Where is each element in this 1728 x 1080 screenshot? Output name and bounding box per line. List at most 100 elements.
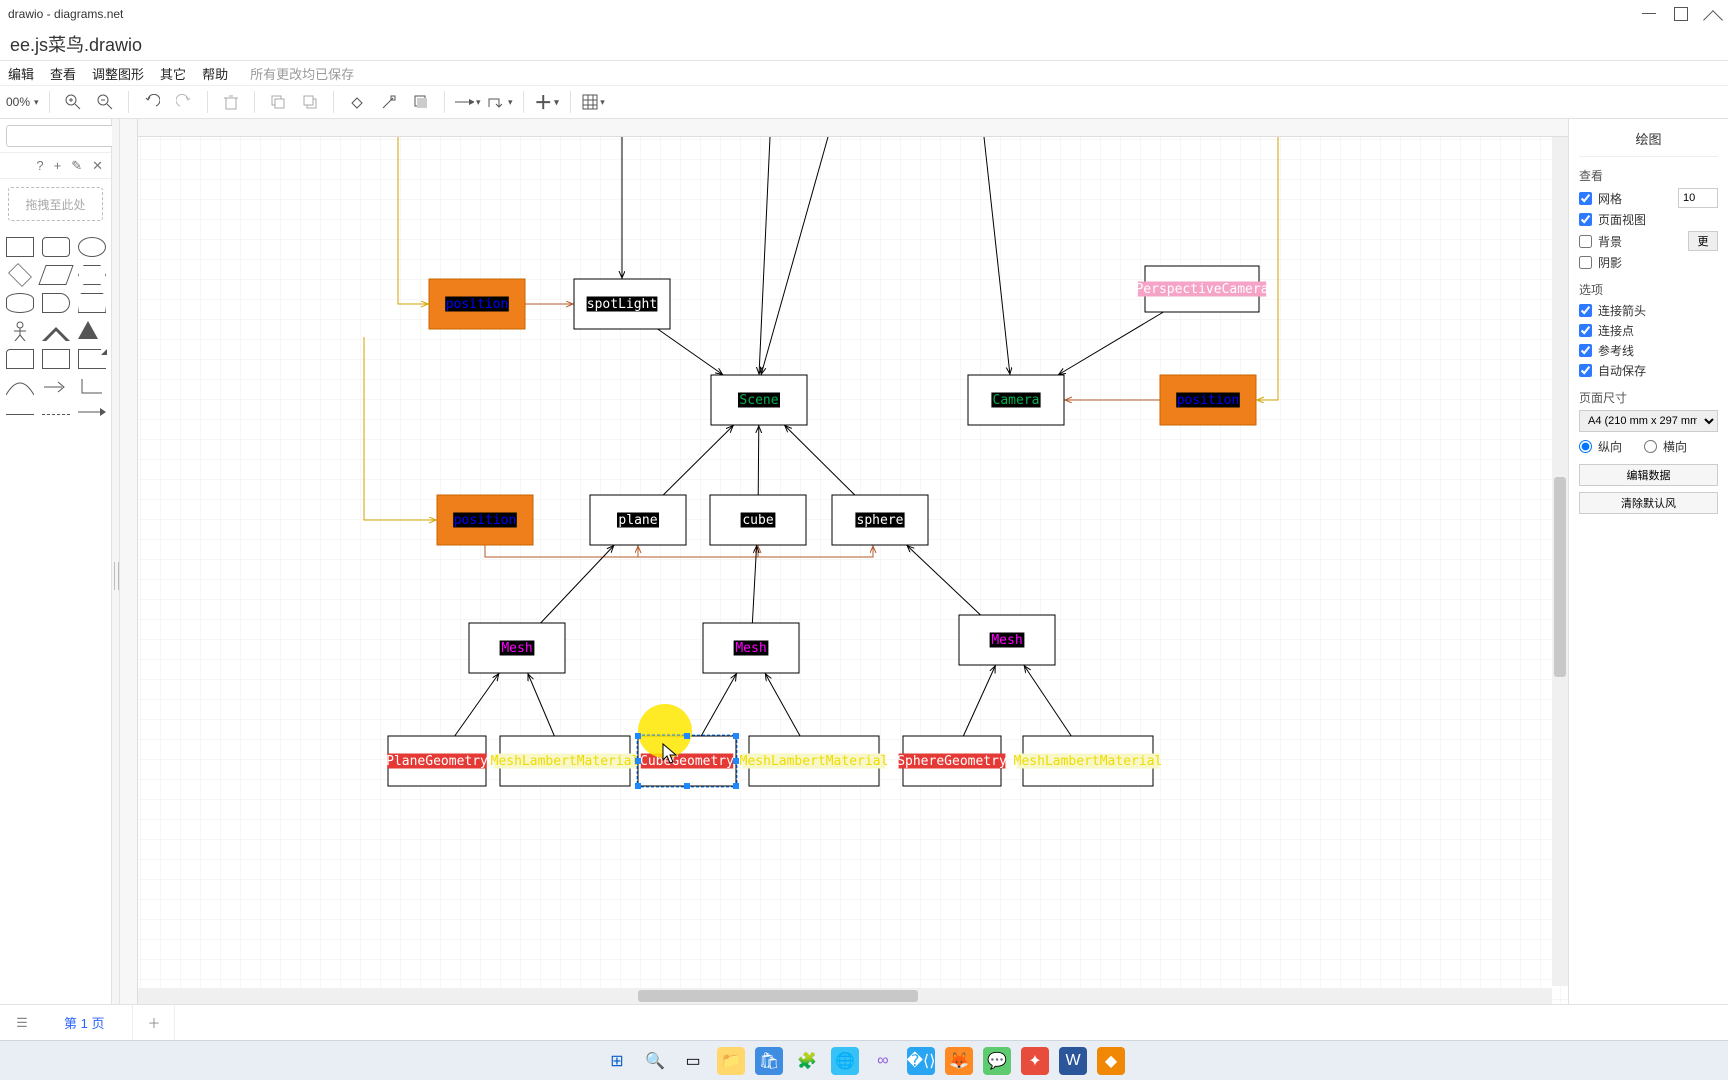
zoom-out-icon[interactable] <box>92 89 118 115</box>
menu-extras[interactable]: 其它 <box>160 64 186 83</box>
shape-roundrect[interactable] <box>42 237 70 257</box>
taskview-icon[interactable]: ▭ <box>679 1047 707 1075</box>
shape-triangle[interactable] <box>78 321 98 339</box>
shape-step[interactable] <box>42 293 70 313</box>
diagram-edge[interactable] <box>658 329 724 375</box>
fillcolor-icon[interactable] <box>344 89 370 115</box>
diagram-node[interactable]: Scene <box>711 375 807 425</box>
background-checkbox[interactable] <box>1579 235 1592 248</box>
scratchpad[interactable]: 拖拽至此处 <box>8 187 103 221</box>
shape-line[interactable] <box>6 414 34 415</box>
shape-cylinder[interactable] <box>6 293 34 313</box>
diagram-node[interactable]: SphereGeometry <box>897 736 1007 786</box>
diagram-edge[interactable] <box>761 137 828 375</box>
diagram-edge[interactable] <box>485 545 758 557</box>
diagram-edge[interactable] <box>364 337 437 520</box>
diagram-edge[interactable] <box>1024 665 1072 736</box>
diagram-node[interactable]: cube <box>710 495 806 545</box>
diagram-edge[interactable] <box>701 673 737 736</box>
insert-icon[interactable]: ＋▾ <box>534 89 560 115</box>
diagram-node[interactable]: Mesh <box>959 615 1055 665</box>
orient-portrait-radio[interactable] <box>1579 440 1592 453</box>
diagram-edge[interactable] <box>528 673 555 736</box>
vertical-scrollbar[interactable] <box>1552 137 1568 986</box>
pageview-checkbox[interactable] <box>1579 213 1592 226</box>
shape-dashline[interactable] <box>42 414 70 415</box>
diagram-node[interactable]: Mesh <box>469 623 565 673</box>
maximize-icon[interactable] <box>1674 7 1688 21</box>
diagram-edge[interactable] <box>1058 312 1164 375</box>
redo-icon[interactable] <box>171 89 197 115</box>
edge-icon[interactable]: 🌐 <box>831 1047 859 1075</box>
shape-curve[interactable] <box>6 377 34 397</box>
horizontal-scrollbar[interactable] <box>138 988 1552 1004</box>
zoom-select[interactable]: 00%▾ <box>6 95 39 109</box>
diagram-edge[interactable] <box>906 545 980 615</box>
menu-help[interactable]: 帮助 <box>202 64 228 83</box>
diagram-node[interactable]: MeshLambertMaterial <box>491 736 640 786</box>
diagram-edge[interactable] <box>485 545 638 557</box>
table-icon[interactable]: ▾ <box>581 89 607 115</box>
arrows-checkbox[interactable] <box>1579 304 1592 317</box>
search-taskbar-icon[interactable]: 🔍 <box>641 1047 669 1075</box>
orient-landscape-radio[interactable] <box>1644 440 1657 453</box>
menu-arrange[interactable]: 调整图形 <box>92 64 144 83</box>
edit-icon[interactable]: ✎ <box>71 158 82 174</box>
explorer-icon[interactable]: 📁 <box>717 1047 745 1075</box>
close-icon[interactable] <box>1706 7 1720 21</box>
shape-arrow2[interactable] <box>78 405 106 425</box>
drawio-icon[interactable]: ◆ <box>1097 1047 1125 1075</box>
points-checkbox[interactable] <box>1579 324 1592 337</box>
diagram-edge[interactable] <box>398 137 429 304</box>
diagram-canvas[interactable]: positionspotLightPerspectiveCameraSceneC… <box>138 137 1568 1004</box>
menu-view[interactable]: 查看 <box>50 64 76 83</box>
firefox-icon[interactable]: 🦊 <box>945 1047 973 1075</box>
diagram-edge[interactable] <box>784 425 855 495</box>
diagram-edge[interactable] <box>963 665 995 736</box>
v-scroll-thumb[interactable] <box>1554 477 1566 677</box>
diagram-edge[interactable] <box>663 425 734 495</box>
pages-menu-icon[interactable]: ☰ <box>8 1005 36 1040</box>
shadow-checkbox[interactable] <box>1579 256 1592 269</box>
add-icon[interactable]: + <box>54 158 62 173</box>
app-icon-1[interactable]: 🧩 <box>793 1047 821 1075</box>
h-scroll-thumb[interactable] <box>638 990 918 1002</box>
edit-metadata-button[interactable]: 编辑数据 <box>1579 464 1718 486</box>
wechat-icon[interactable]: 💬 <box>983 1047 1011 1075</box>
menu-edit[interactable]: 编辑 <box>8 64 34 83</box>
shadow-icon[interactable] <box>408 89 434 115</box>
diagram-node[interactable]: MeshLambertMaterial <box>740 736 889 786</box>
diagram-node[interactable]: sphere <box>832 495 928 545</box>
canvas-area[interactable]: positionspotLightPerspectiveCameraSceneC… <box>120 119 1568 1004</box>
document-name[interactable]: ee.js菜鸟.drawio <box>10 31 142 57</box>
shape-ellipse[interactable] <box>78 237 106 257</box>
shape-parallelogram[interactable] <box>38 265 73 285</box>
diagram-node[interactable]: PerspectiveCamera <box>1135 266 1268 312</box>
store-icon[interactable]: 🛍 <box>755 1047 783 1075</box>
shape-arrow1[interactable] <box>42 377 70 397</box>
shape-and[interactable] <box>42 321 70 341</box>
pagesize-select[interactable]: A4 (210 mm x 297 mm) <box>1579 410 1718 432</box>
diagram-node[interactable]: position <box>1160 375 1256 425</box>
grid-size-input[interactable] <box>1678 188 1718 208</box>
diagram-edge[interactable] <box>765 673 800 736</box>
diagram-node[interactable]: position <box>437 495 533 545</box>
tofront-icon[interactable] <box>265 89 291 115</box>
diagram-edge[interactable] <box>984 137 1010 375</box>
help-icon[interactable]: ? <box>36 158 43 173</box>
shape-note[interactable] <box>78 349 106 369</box>
shape-container[interactable] <box>42 349 70 369</box>
shape-rect[interactable] <box>6 237 34 257</box>
toback-icon[interactable] <box>297 89 323 115</box>
connection-icon[interactable]: ▾ <box>455 89 481 115</box>
close-panel-icon[interactable]: ✕ <box>92 158 103 174</box>
vscode-icon[interactable]: �⟨⟩ <box>907 1047 935 1075</box>
diagram-edge[interactable] <box>455 673 500 736</box>
undo-icon[interactable] <box>139 89 165 115</box>
left-splitter[interactable] <box>112 119 120 1004</box>
shape-card[interactable] <box>6 349 34 369</box>
guides-checkbox[interactable] <box>1579 344 1592 357</box>
shape-trapezoid[interactable] <box>78 293 106 313</box>
background-change-button[interactable]: 更 <box>1688 231 1718 251</box>
diagram-node[interactable]: plane <box>590 495 686 545</box>
